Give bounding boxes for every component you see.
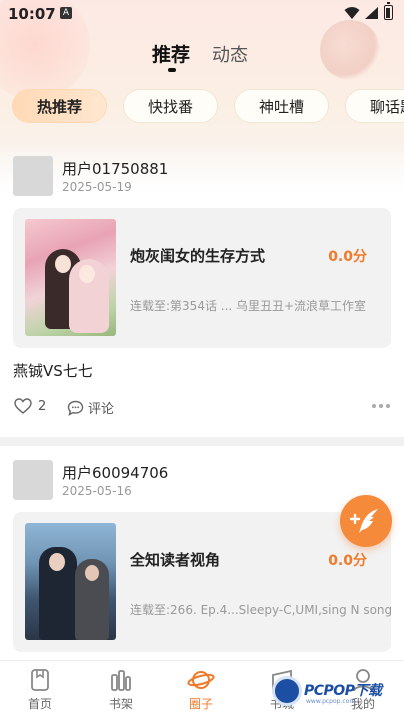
cover-art [49,553,65,571]
cover-art [85,565,99,581]
quill-plus-icon [349,509,378,533]
post-text: 燕铖VS七七 [13,362,93,380]
watermark-logo-icon [272,676,302,706]
manga-cover[interactable] [25,219,116,336]
top-tabs: 推荐 动态 [152,40,248,67]
more-options-icon[interactable] [372,404,390,408]
post-divider [0,437,404,446]
nav-label: 圈子 [188,697,213,711]
app-screen: 10:07 A 推荐 动态 热推荐 快找番 神吐槽 聊话题 用户01750881… [0,0,404,720]
post-card[interactable]: 用户60094706 2025-05-16 全知读者视角 0.0分 连载至:26… [0,446,404,660]
comment-icon [67,400,84,416]
manga-card[interactable]: 炮灰闺女的生存方式 0.0分 连载至:第354话 ... 乌里丑丑+流浪草工作室 [13,208,391,348]
decoration-planet [320,20,380,80]
post-date: 2025-05-19 [62,180,132,194]
manga-author: 乌里丑丑+流浪草工作室 [236,299,367,313]
avatar[interactable] [13,460,53,500]
status-bar: 10:07 A [0,0,404,28]
avatar[interactable] [13,156,53,196]
tab-feed[interactable]: 动态 [212,41,248,67]
watermark-url: www.pcpop.com [306,698,356,705]
battery-icon [384,2,393,20]
signal-icon [365,7,378,19]
username[interactable]: 用户60094706 [62,462,168,483]
wifi-icon [344,7,360,19]
manga-chapter: 连载至:第354话 ... [130,299,233,313]
tab-recommend[interactable]: 推荐 [152,40,190,67]
manga-score: 0.0分 [328,553,367,569]
post-date: 2025-05-16 [62,484,132,498]
like-button[interactable]: 2 [14,398,46,414]
manga-cover[interactable] [25,523,116,640]
create-post-button[interactable] [340,495,392,547]
tab-indicator [168,68,176,72]
bookshelf-icon [111,670,131,691]
chip-hot[interactable]: 热推荐 [12,89,108,123]
nav-circle[interactable]: 圈子 [171,667,231,712]
post-card[interactable]: 用户01750881 2025-05-19 炮灰闺女的生存方式 0.0分 连载至… [0,142,404,437]
username[interactable]: 用户01750881 [62,158,168,179]
comment-label: 评论 [88,402,115,417]
planet-icon [187,671,215,689]
chip-find[interactable]: 快找番 [123,89,219,123]
chip-roast[interactable]: 神吐槽 [234,89,330,123]
nav-label: 首页 [27,697,52,711]
manga-card[interactable]: 全知读者视角 0.0分 连载至:266. Ep.4...Sleepy-C,UMI… [13,512,393,652]
comment-button[interactable]: 评论 [67,398,114,417]
like-count: 2 [38,398,47,414]
nav-label: 书架 [108,697,133,711]
manga-score: 0.0分 [328,249,367,265]
notification-icon: A [60,7,72,19]
chip-topic[interactable]: 聊话题 [345,89,404,123]
heart-icon [14,398,32,414]
cover-art [79,265,95,283]
status-time: 10:07 [8,5,56,23]
manga-title: 炮灰闺女的生存方式 [130,247,266,265]
watermark-brand: PCPOP下载 [304,683,382,699]
cover-art [55,255,71,273]
nav-bookshelf[interactable]: 书架 [91,667,151,712]
category-chips: 热推荐 快找番 神吐槽 聊话题 [12,89,404,123]
nav-home[interactable]: 首页 [10,667,70,712]
manga-chapter: 连载至:266. Ep.4...Sleepy-C,UMI,sing N song [130,603,393,617]
watermark: PCPOP下载 www.pcpop.com [272,676,400,714]
home-icon [31,669,49,691]
manga-title: 全知读者视角 [130,551,221,569]
